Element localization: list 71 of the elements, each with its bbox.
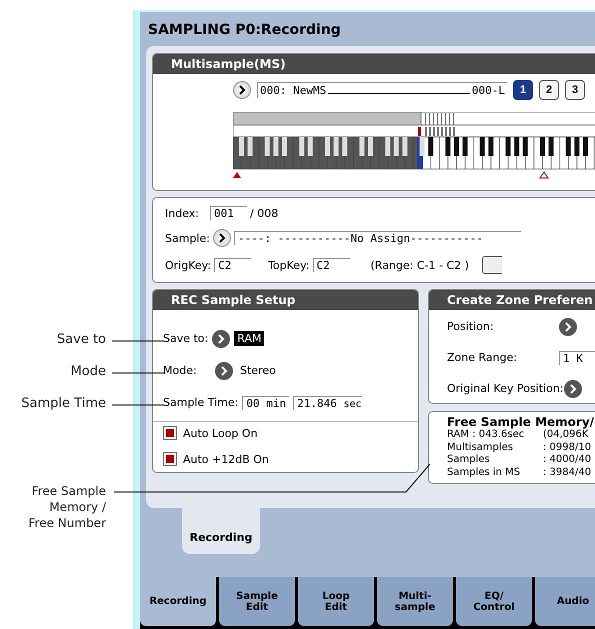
chevron-icon <box>216 334 226 344</box>
checkbox[interactable] <box>163 426 177 440</box>
section-header: Multisample(MS) <box>153 54 595 74</box>
mode-value[interactable]: Stereo <box>237 363 279 378</box>
field-label: Index: <box>165 206 200 220</box>
callout-label: Sample Time <box>21 396 106 412</box>
popup-arrow-button[interactable] <box>564 380 582 398</box>
tab[interactable]: Loop Edit <box>298 577 374 626</box>
chevron-icon <box>237 85 247 95</box>
popup-arrow-button[interactable] <box>215 362 233 380</box>
callout-label: Save to <box>56 332 106 348</box>
tab[interactable]: Audio <box>535 577 595 626</box>
multisample-name-field[interactable]: 000: NewMS 000-L <box>257 82 507 98</box>
popup-arrow-button[interactable] <box>559 318 577 336</box>
field-label: Position: <box>447 320 495 333</box>
index-total: / 008 <box>250 206 278 220</box>
tab[interactable]: Sample Edit <box>219 577 295 626</box>
multisample-suffix: 000-L <box>472 84 505 97</box>
bank-button[interactable]: 3 <box>565 80 585 100</box>
chevron-icon <box>568 384 578 394</box>
memory-label: Multisamples <box>447 442 514 454</box>
section-header: REC Sample Setup <box>153 290 418 310</box>
section-header: Create Zone Preferen <box>429 290 595 310</box>
origkey-field[interactable]: C2 <box>214 258 252 272</box>
index-field[interactable]: 001 <box>210 206 247 220</box>
checkbox-label: Auto +12dB On <box>183 452 269 466</box>
window-title: SAMPLING P0:Recording <box>147 21 342 40</box>
checkbox[interactable] <box>163 452 177 466</box>
popup-arrow-button[interactable] <box>233 81 251 99</box>
bank-button[interactable]: 1 <box>513 80 533 100</box>
seconds-field[interactable]: 21.846 sec <box>293 396 362 410</box>
field-label: Save to: <box>163 332 208 345</box>
memory-label: Samples in MS <box>447 466 522 479</box>
memory-label: RAM : 043.6sec <box>447 429 526 442</box>
zone-range-field[interactable]: 1 K <box>559 350 595 364</box>
field-label: OrigKey: <box>165 258 212 272</box>
field-label: Mode: <box>163 364 198 377</box>
topkey-field[interactable]: C2 <box>312 258 350 272</box>
bank-button[interactable]: 2 <box>539 80 559 100</box>
checkbox-label: Auto Loop On <box>183 426 258 440</box>
memory-value: (04,096K <box>543 429 588 442</box>
tab[interactable]: Recording <box>140 577 216 626</box>
page-tab[interactable]: Recording <box>182 508 260 554</box>
memory-value: : 0998/10 <box>543 442 592 454</box>
memory-value: : 3984/40 <box>543 466 592 479</box>
leader-line <box>112 340 164 342</box>
memory-value: : 4000/40 <box>543 454 592 466</box>
minutes-field[interactable]: 00 min <box>242 396 290 410</box>
leader-line <box>112 404 164 406</box>
leader-line <box>112 372 164 374</box>
tab[interactable]: Multi-sample <box>377 577 453 626</box>
callout-label: Mode <box>70 364 106 380</box>
field-label: TopKey: <box>268 258 310 272</box>
chevron-icon <box>219 366 229 376</box>
memory-label: Samples <box>447 454 491 466</box>
popup-arrow-button[interactable] <box>212 330 230 348</box>
field-label: Sample: <box>165 232 210 244</box>
chevron-icon <box>563 322 573 332</box>
range-text: (Range: C-1 - C2 ) <box>370 258 469 272</box>
tab[interactable]: EQ/ Control <box>456 577 532 626</box>
chevron-icon <box>216 233 227 243</box>
free-memory-title: Free Sample Memory/ <box>447 415 595 429</box>
callout-label: Free Sample Memory / Free Number <box>28 483 106 531</box>
field-label: Zone Range: <box>447 351 518 364</box>
field-label: Original Key Position: <box>447 382 564 395</box>
popup-arrow-button[interactable] <box>212 229 231 247</box>
sample-field[interactable]: ----: -----------No Assign----------- <box>234 231 521 245</box>
edge-button[interactable] <box>482 256 502 274</box>
save-to-value[interactable]: RAM <box>234 331 264 346</box>
multisample-name: 000: NewMS <box>260 84 326 97</box>
field-label: Sample Time: <box>163 396 238 409</box>
